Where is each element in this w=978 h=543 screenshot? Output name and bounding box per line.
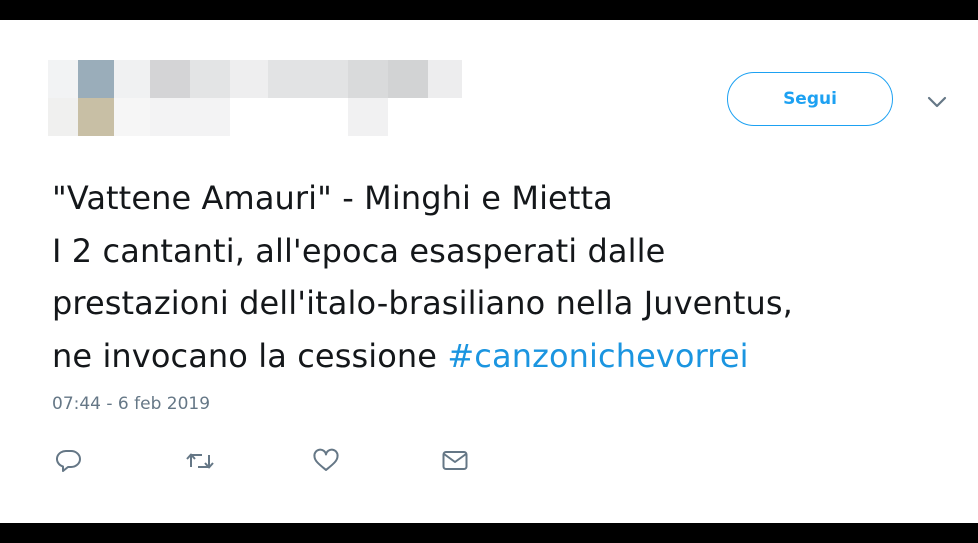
tweet-card: Segui "Vattene Amauri" - Minghi e Mietta… <box>0 20 978 523</box>
tweet-text-line: ne invocano la cessione #canzonichevorre… <box>52 330 957 383</box>
retweet-button[interactable] <box>185 448 215 474</box>
tweet-text-line: prestazioni dell'italo-brasiliano nella … <box>52 284 793 322</box>
envelope-icon <box>442 451 468 470</box>
avatar <box>78 60 114 98</box>
retweet-icon <box>186 453 214 469</box>
tweet-text-line: I 2 cantanti, all'epoca esasperati dalle <box>52 231 666 270</box>
heart-icon <box>313 448 339 471</box>
hashtag-link[interactable]: #canzonichevorrei <box>447 337 748 375</box>
tweet-text: "Vattene Amauri" - Minghi e Mietta I 2 c… <box>52 172 957 382</box>
follow-button[interactable]: Segui <box>727 72 893 126</box>
tweet-timestamp[interactable]: 07:44 - 6 feb 2019 <box>52 394 210 414</box>
like-button[interactable] <box>311 448 341 474</box>
tweet-text-fragment: ne invocano la cessione <box>52 336 448 375</box>
reply-button[interactable] <box>54 448 84 474</box>
chevron-down-icon[interactable] <box>924 94 950 110</box>
pixelated-user-header <box>48 60 468 136</box>
tweet-text-line: "Vattene Amauri" - Minghi e Mietta <box>52 179 613 217</box>
direct-message-button[interactable] <box>440 448 470 474</box>
speech-bubble-icon <box>56 449 81 472</box>
